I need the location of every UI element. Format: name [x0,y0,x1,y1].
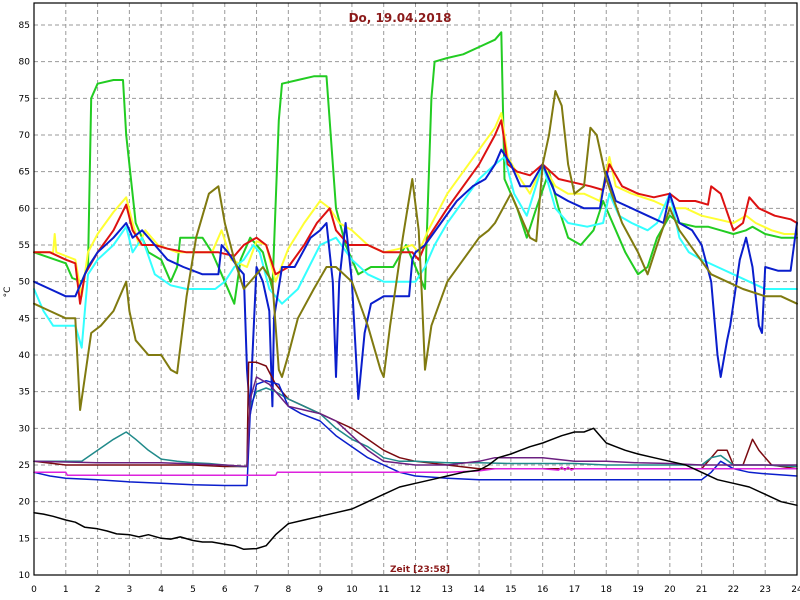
y-tick-label: 35 [19,388,30,398]
y-tick-label: 25 [19,461,30,471]
x-tick-label: 2 [95,585,101,595]
y-tick-label: 85 [19,21,30,31]
x-tick-label: 23 [759,585,770,595]
x-tick-label: 16 [537,585,549,595]
x-tick-label: 19 [632,585,644,595]
y-tick-label: 80 [19,58,31,68]
y-tick-label: 15 [19,534,30,544]
x-tick-label: 6 [222,585,228,595]
y-tick-label: 10 [19,571,31,581]
y-tick-labels: 10 15 20 25 30 35 40 45 50 55 60 65 70 75 80 85 [19,21,31,581]
x-tick-label: 15 [505,585,516,595]
x-tick-label: 14 [473,585,485,595]
x-tick-label: 13 [442,585,453,595]
x-tick-label: 18 [601,585,613,595]
x-tick-labels: 0 1 2 3 4 5 6 7 8 9 10 11 12 13 14 15 16 17 18 19 20 21 22 23 24 [31,585,800,595]
y-tick-label: 65 [19,168,30,178]
x-tick-label: 11 [378,585,389,595]
x-tick-label: 8 [285,585,291,595]
x-tick-label: 9 [317,585,323,595]
x-tick-label: 4 [158,585,164,595]
y-tick-label: 40 [19,351,31,361]
x-tick-label: 24 [791,585,800,595]
x-tick-label: 12 [410,585,421,595]
grid [34,3,797,576]
x-tick-label: 21 [696,585,707,595]
x-tick-label: 3 [127,585,133,595]
x-tick-label: 20 [664,585,676,595]
y-tick-label: 45 [19,314,30,324]
x-tick-label: 0 [31,585,37,595]
y-tick-label: 55 [19,241,30,251]
x-tick-label: 5 [190,585,196,595]
y-tick-label: 30 [19,424,31,434]
x-axis-label: Zeit [23:58] [390,565,450,575]
chart-title: Do, 19.04.2018 [349,11,452,25]
y-tick-label: 60 [19,204,31,214]
x-tick-label: 1 [63,585,69,595]
x-tick-label: 7 [254,585,260,595]
x-tick-label: 22 [728,585,739,595]
temperature-chart: 0 1 2 3 4 5 6 7 8 9 10 11 12 13 14 15 16 17 18 19 20 21 22 23 24… [0,0,800,600]
x-tick-label: 17 [569,585,580,595]
x-tick-label: 10 [346,585,358,595]
y-tick-label: 75 [19,94,30,104]
y-axis-label: °C [3,287,13,298]
y-tick-label: 50 [19,278,31,288]
y-tick-label: 70 [19,131,31,141]
chart-canvas: 0 1 2 3 4 5 6 7 8 9 10 11 12 13 14 15 16 17 18 19 20 21 22 23 24… [3,2,800,595]
y-tick-label: 20 [19,498,31,508]
